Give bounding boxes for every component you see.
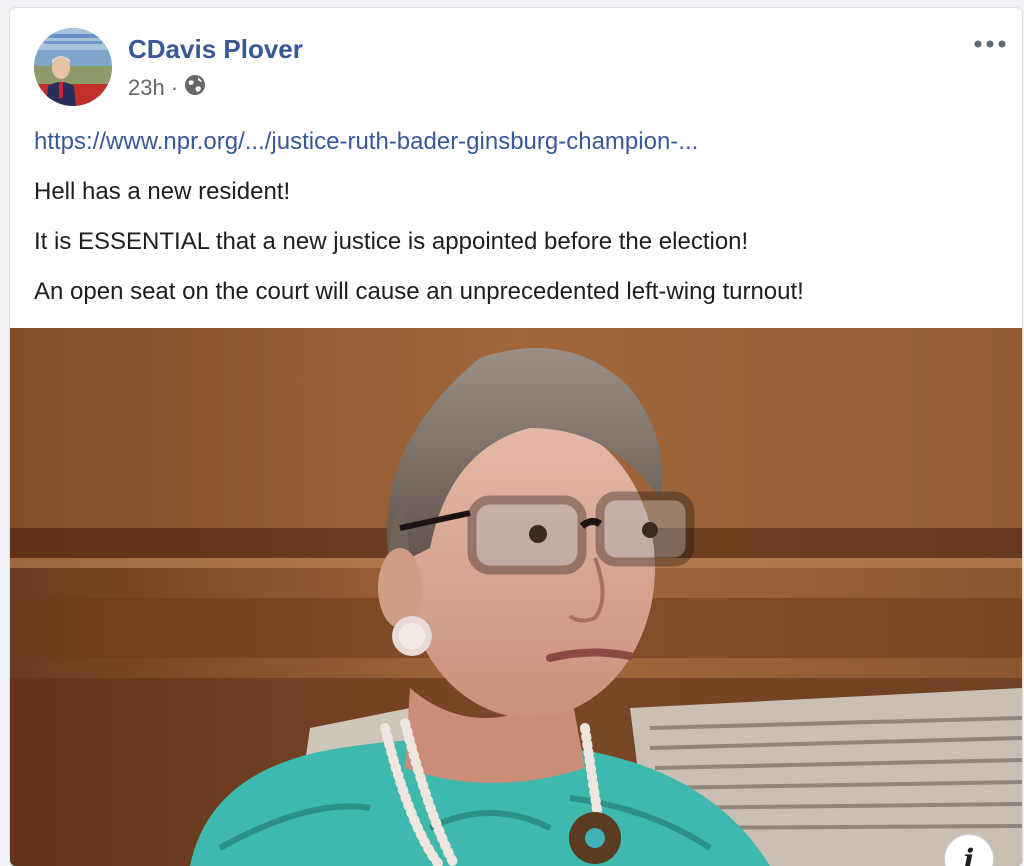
shared-link[interactable]: https://www.npr.org/.../justice-ruth-bad… (34, 128, 698, 156)
post-timestamp[interactable]: 23h (128, 75, 165, 101)
author-name[interactable]: CDavis Plover (128, 34, 303, 65)
post-text-line: Hell has a new resident! (34, 178, 291, 205)
post-photo[interactable] (10, 328, 1022, 866)
avatar-image (34, 28, 112, 106)
globe-icon (184, 74, 206, 102)
post-card: CDavis Plover 23h · https://www.npr.org/… (10, 8, 1022, 866)
post-text-line: An open seat on the court will cause an … (34, 278, 804, 305)
post-text-line: It is ESSENTIAL that a new justice is ap… (34, 228, 749, 255)
more-options-icon[interactable] (972, 32, 1008, 56)
meta-separator: · (170, 75, 179, 100)
author-avatar[interactable] (34, 28, 112, 106)
post-meta: 23h · (128, 74, 206, 102)
portrait-image (10, 328, 1022, 866)
